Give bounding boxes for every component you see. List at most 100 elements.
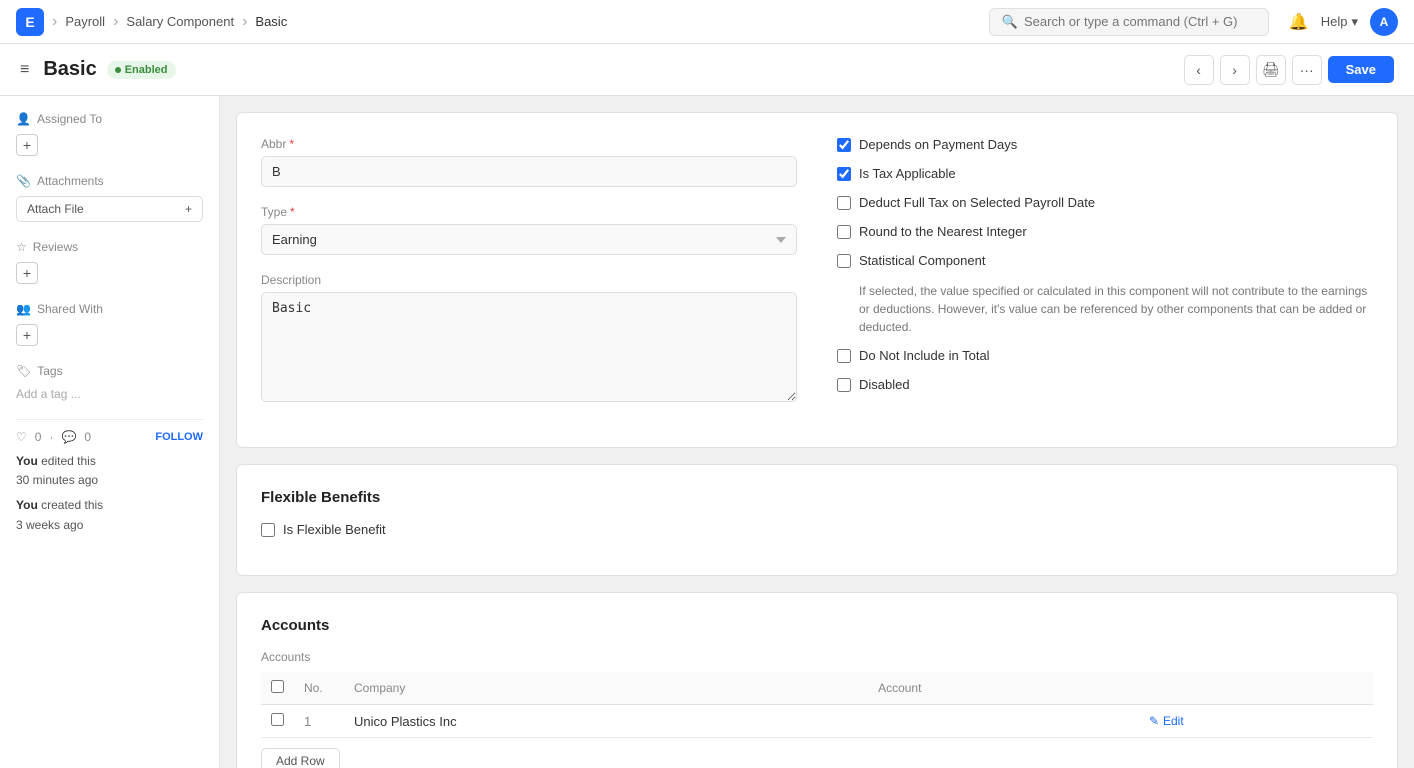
likes-count: 0 — [35, 430, 42, 444]
save-button[interactable]: Save — [1328, 56, 1394, 83]
depends-on-payment-days-row: Depends on Payment Days — [837, 137, 1373, 152]
col-no: No. — [294, 672, 344, 705]
page: ≡ Basic Enabled ‹ › 🖨 ··· Save 👤 Assigne… — [0, 44, 1414, 768]
avatar[interactable]: A — [1370, 8, 1398, 36]
search-input[interactable] — [1024, 14, 1256, 29]
disabled-checkbox[interactable] — [837, 378, 851, 392]
paperclip-icon: 📎 — [16, 174, 31, 188]
main-form-card: Abbr * Type * Earning — [236, 112, 1398, 448]
activity-item-2: You created this 3 weeks ago — [16, 496, 203, 534]
abbr-label: Abbr * — [261, 137, 797, 151]
statistical-component-row: Statistical Component — [837, 253, 1373, 268]
description-group: Description Basic — [261, 273, 797, 405]
breadcrumb-sep-1: › — [52, 13, 57, 31]
activity-action-2: created this — [41, 498, 103, 512]
accounts-section-label: Accounts — [261, 650, 1373, 664]
row-account-cell — [868, 705, 1139, 738]
do-not-include-row: Do Not Include in Total — [837, 348, 1373, 363]
row-company-cell: Unico Plastics Inc — [344, 705, 868, 738]
abbr-input[interactable] — [261, 156, 797, 187]
activity-time-1: 30 minutes ago — [16, 473, 98, 487]
is-tax-applicable-checkbox[interactable] — [837, 167, 851, 181]
plus-icon: + — [185, 202, 192, 216]
search-icon: 🔍 — [1002, 14, 1018, 30]
is-flexible-benefit-checkbox[interactable] — [261, 523, 275, 537]
row-edit-cell: ✎ Edit — [1139, 705, 1373, 738]
row-checkbox-cell — [261, 705, 294, 738]
round-to-nearest-checkbox[interactable] — [837, 225, 851, 239]
prev-button[interactable]: ‹ — [1184, 55, 1214, 85]
add-review-button[interactable]: + — [16, 262, 38, 284]
is-tax-applicable-label[interactable]: Is Tax Applicable — [859, 166, 956, 181]
row-checkbox[interactable] — [271, 713, 284, 726]
chevron-down-icon: ▾ — [1351, 14, 1358, 30]
type-select[interactable]: Earning Deduction — [261, 224, 797, 255]
is-flexible-benefit-row: Is Flexible Benefit — [261, 522, 1373, 537]
row-no-cell: 1 — [294, 705, 344, 738]
abbr-group: Abbr * — [261, 137, 797, 187]
type-label: Type * — [261, 205, 797, 219]
accounts-card: Accounts Accounts No. Company Account — [236, 592, 1398, 768]
content-area: Abbr * Type * Earning — [220, 96, 1414, 768]
reviews-section: ☆ Reviews + — [16, 240, 203, 284]
table-row: 1 Unico Plastics Inc ✎ E — [261, 705, 1373, 738]
attach-file-button[interactable]: Attach File + — [16, 196, 203, 222]
add-row-button[interactable]: Add Row — [261, 748, 340, 768]
page-header: ≡ Basic Enabled ‹ › 🖨 ··· Save — [0, 44, 1414, 96]
tags-label: 🏷 Tags — [16, 364, 203, 378]
next-button[interactable]: › — [1220, 55, 1250, 85]
follow-button[interactable]: FOLLOW — [155, 431, 203, 443]
header-actions: ‹ › 🖨 ··· Save — [1184, 55, 1394, 85]
attachments-label: 📎 Attachments — [16, 174, 203, 188]
search-bar[interactable]: 🔍 — [989, 8, 1269, 36]
add-assigned-to-button[interactable]: + — [16, 134, 38, 156]
add-tag-placeholder[interactable]: Add a tag ... — [16, 387, 81, 401]
print-button[interactable]: 🖨 — [1256, 55, 1286, 85]
depends-on-payment-days-label[interactable]: Depends on Payment Days — [859, 137, 1017, 152]
more-options-button[interactable]: ··· — [1292, 55, 1322, 85]
col-company: Company — [344, 672, 868, 705]
activity-actor-1: You — [16, 454, 38, 468]
flexible-benefits-title: Flexible Benefits — [261, 489, 1373, 506]
col-actions — [1139, 672, 1373, 705]
disabled-label[interactable]: Disabled — [859, 377, 910, 392]
status-dot — [115, 67, 121, 73]
accounts-table-body: 1 Unico Plastics Inc ✎ E — [261, 705, 1373, 738]
description-textarea[interactable]: Basic — [261, 292, 797, 402]
comments-count: 0 — [84, 430, 91, 444]
deduct-full-tax-label[interactable]: Deduct Full Tax on Selected Payroll Date — [859, 195, 1095, 210]
help-menu[interactable]: Help ▾ — [1321, 14, 1358, 30]
bell-icon[interactable]: 🔔 — [1289, 12, 1309, 32]
depends-on-payment-days-checkbox[interactable] — [837, 138, 851, 152]
statistical-component-checkbox[interactable] — [837, 254, 851, 268]
breadcrumb-salary-component[interactable]: Salary Component — [126, 14, 234, 29]
abbr-required: * — [289, 137, 294, 151]
breadcrumb-payroll[interactable]: Payroll — [65, 14, 105, 29]
edit-icon: ✎ — [1149, 714, 1159, 728]
select-all-checkbox[interactable] — [271, 680, 284, 693]
tag-icon: 🏷 — [16, 364, 31, 378]
edit-button[interactable]: ✎ Edit — [1149, 714, 1363, 728]
is-tax-applicable-row: Is Tax Applicable — [837, 166, 1373, 181]
activity-item-1: You edited this 30 minutes ago — [16, 452, 203, 490]
hamburger-icon[interactable]: ≡ — [20, 61, 29, 79]
breadcrumb-basic: Basic — [255, 14, 287, 29]
type-group: Type * Earning Deduction — [261, 205, 797, 255]
add-shared-with-button[interactable]: + — [16, 324, 38, 346]
topnav-right: 🔔 Help ▾ A — [1289, 8, 1398, 36]
sidebar: 👤 Assigned To + 📎 Attachments Attach Fil… — [0, 96, 220, 768]
deduct-full-tax-checkbox[interactable] — [837, 196, 851, 210]
activity-time-2: 3 weeks ago — [16, 518, 83, 532]
app-logo: E — [16, 8, 44, 36]
tags-section: 🏷 Tags Add a tag ... — [16, 364, 203, 401]
is-flexible-benefit-label[interactable]: Is Flexible Benefit — [283, 522, 386, 537]
statistical-component-desc: If selected, the value specified or calc… — [859, 282, 1373, 336]
heart-icon: ♡ — [16, 430, 27, 444]
description-label: Description — [261, 273, 797, 287]
do-not-include-label[interactable]: Do Not Include in Total — [859, 348, 990, 363]
round-to-nearest-label[interactable]: Round to the Nearest Integer — [859, 224, 1027, 239]
do-not-include-checkbox[interactable] — [837, 349, 851, 363]
statistical-component-label[interactable]: Statistical Component — [859, 253, 985, 268]
comment-icon: 💬 — [61, 430, 76, 444]
accounts-table: No. Company Account 1 — [261, 672, 1373, 738]
